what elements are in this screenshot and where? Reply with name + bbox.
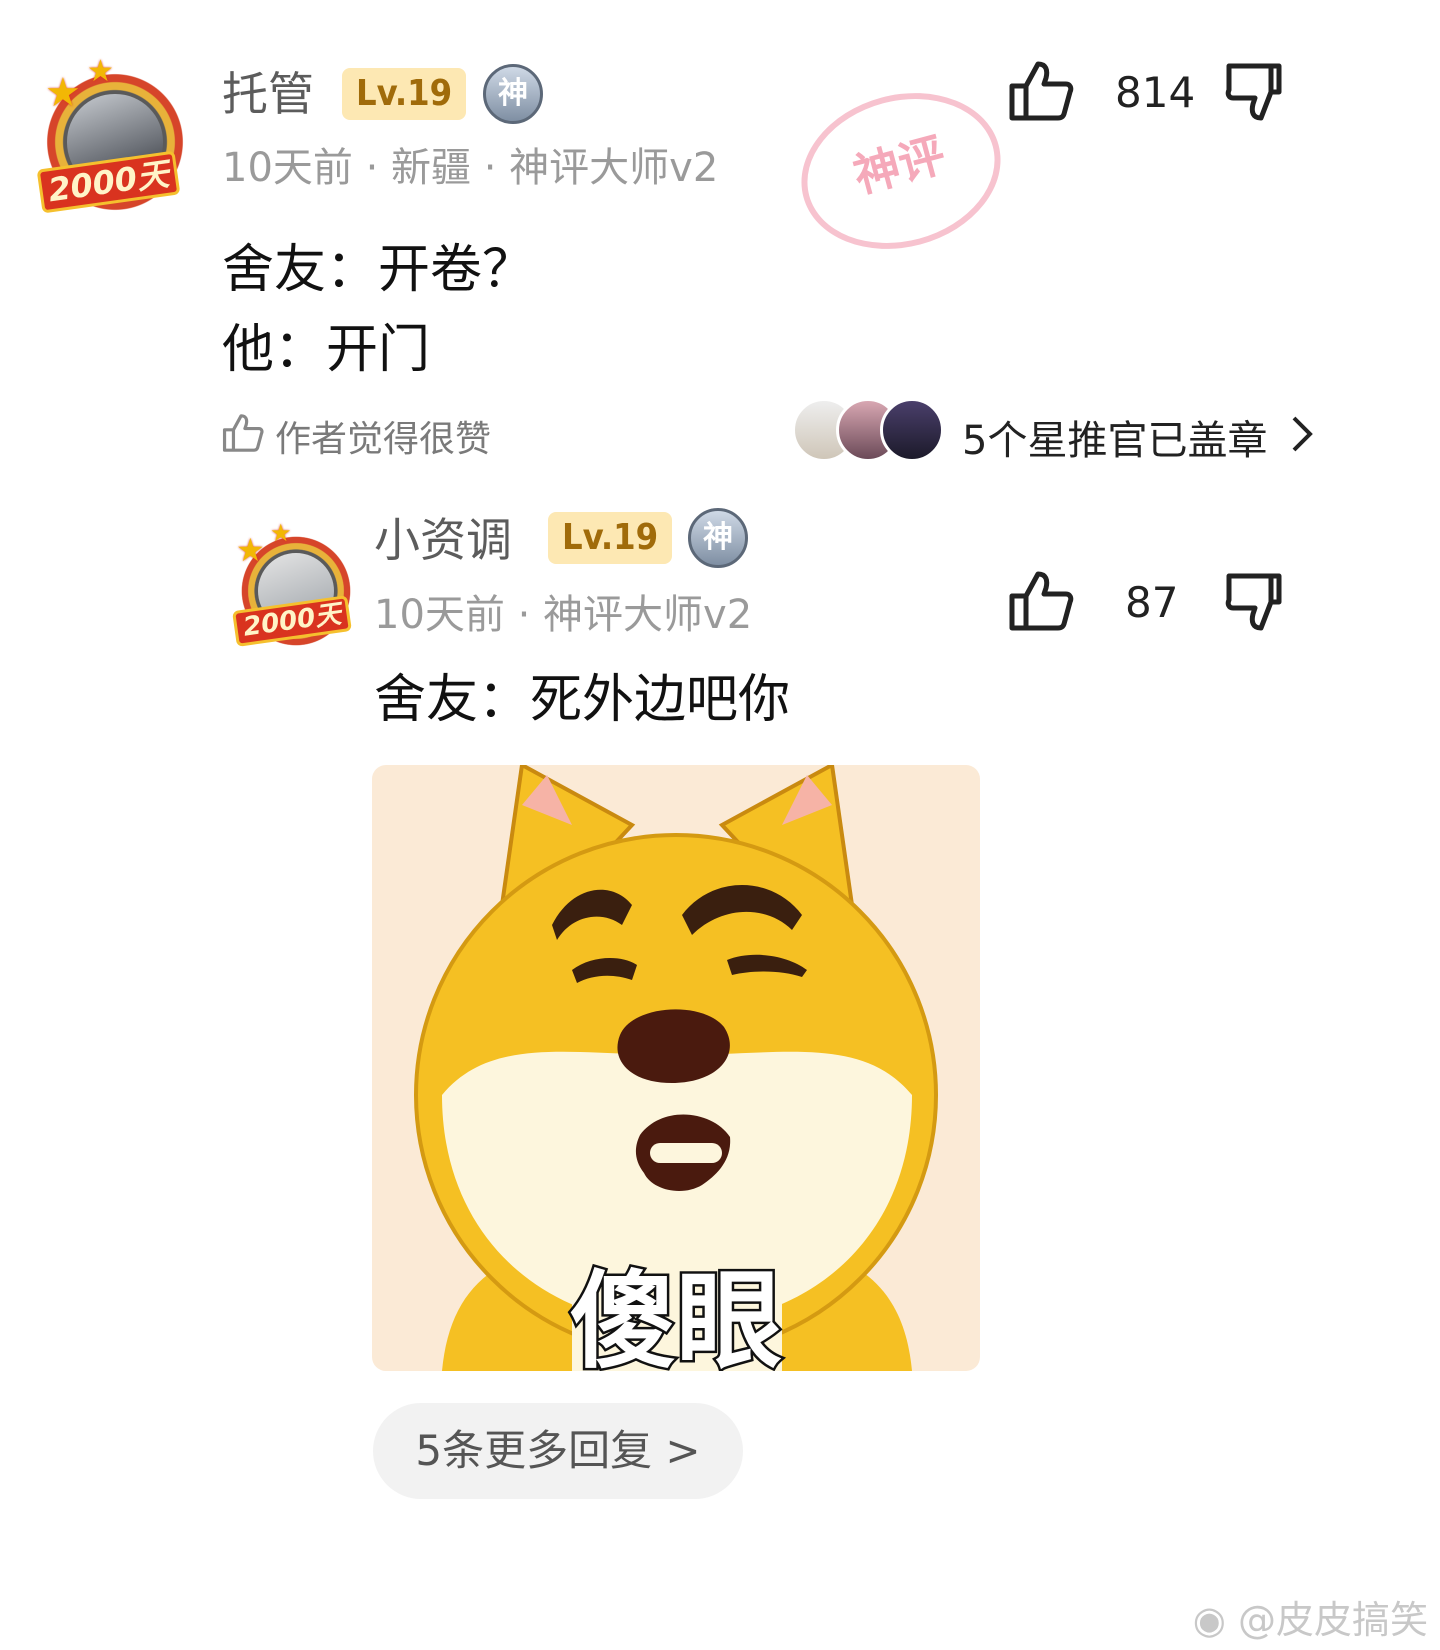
author-like-icon xyxy=(222,414,264,452)
like-count: 87 xyxy=(1125,578,1179,627)
more-replies-button[interactable]: 5条更多回复 > xyxy=(373,1403,743,1499)
commenter-avatar[interactable]: ★ ★ 2000天 xyxy=(36,54,185,214)
thumbs-up-icon[interactable] xyxy=(1008,60,1074,122)
reply-meta: 10天前 · 神评大师v2 xyxy=(374,592,753,638)
like-count: 814 xyxy=(1115,68,1196,117)
star-icon: ★ xyxy=(87,54,114,89)
thumbs-down-icon[interactable] xyxy=(1225,572,1291,634)
stampers-label[interactable]: 5个星推官已盖章 xyxy=(962,408,1267,466)
meme-caption: 傻眼 xyxy=(568,1258,785,1372)
chevron-right-icon[interactable] xyxy=(1290,414,1314,454)
replier-avatar[interactable]: ★ ★ 2000天 xyxy=(232,519,353,647)
thumbs-up-icon[interactable] xyxy=(1008,570,1074,632)
thumbs-down-icon[interactable] xyxy=(1225,62,1291,124)
comment-line-2: 他：开门 xyxy=(222,320,431,380)
stamper-avatar[interactable] xyxy=(880,398,944,462)
star-icon: ★ xyxy=(45,70,81,116)
reply-content: 舍友：死外边吧你 xyxy=(374,670,791,730)
weibo-icon: ◉ xyxy=(1192,1598,1226,1642)
level-badge: Lv.19 xyxy=(548,512,673,564)
comment-meta: 10天前 · 新疆 · 神评大师v2 xyxy=(222,145,719,191)
watermark-text: @皮皮搞笑 xyxy=(1237,1598,1428,1642)
watermark: ◉ @皮皮搞笑 xyxy=(1193,1589,1428,1644)
replier-name[interactable]: 小资调 xyxy=(374,512,512,568)
commenter-name[interactable]: 托管 xyxy=(222,66,314,122)
shen-badge-icon: 神 xyxy=(688,508,748,568)
shenping-stamp: 神评 xyxy=(783,71,1019,271)
comment-line-1: 舍友：开卷？ xyxy=(222,240,535,300)
author-liked-label: 作者觉得很赞 xyxy=(275,419,492,460)
shen-badge-icon: 神 xyxy=(483,64,543,124)
star-icon: ★ xyxy=(236,531,265,569)
meme-image[interactable]: 傻眼 xyxy=(372,765,980,1371)
level-badge: Lv.19 xyxy=(342,68,467,120)
star-icon: ★ xyxy=(270,519,292,547)
